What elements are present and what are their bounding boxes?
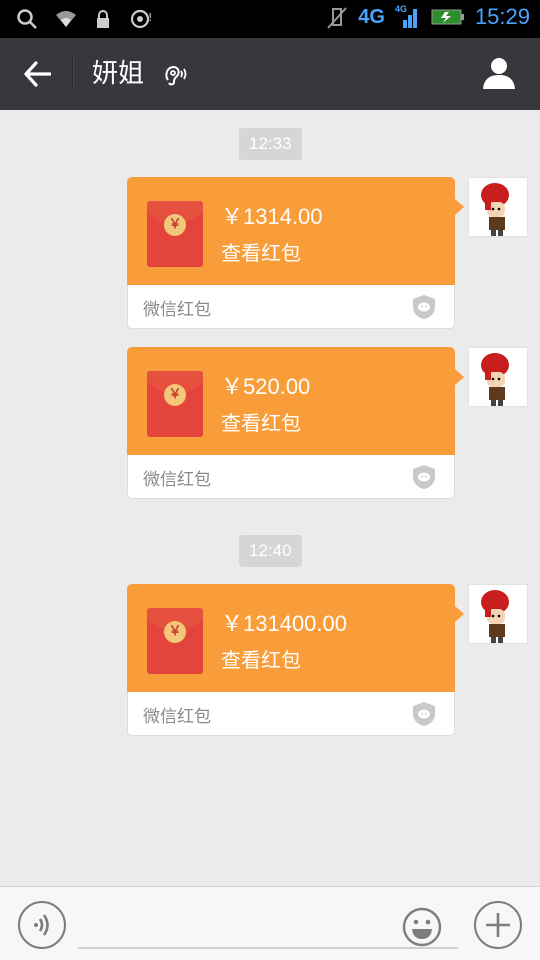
wifi-icon — [54, 8, 76, 30]
wechat-red-packet-label: 微信红包 — [143, 707, 211, 727]
network-type: 4G — [358, 5, 385, 28]
wechat-red-packet-label: 微信红包 — [143, 300, 211, 320]
wechat-shield-icon — [412, 464, 436, 490]
timestamp: 12:33 — [239, 128, 302, 160]
lock-icon — [92, 8, 114, 30]
voice-button[interactable] — [18, 901, 66, 949]
red-packet-amount: ￥1314.00 — [221, 204, 323, 229]
view-red-packet-label: 查看红包 — [221, 241, 301, 265]
red-packet-message[interactable]: ￥ ￥131400.00 查看红包 微信红包 — [127, 584, 464, 736]
coin-icon: ￥ — [164, 384, 186, 406]
vibrate-icon — [326, 6, 348, 29]
battery-icon — [431, 7, 465, 27]
status-bar: ! 4G 4G 15:29 — [0, 0, 540, 38]
message-input-bar — [0, 886, 540, 960]
message-input[interactable] — [78, 905, 458, 949]
red-packet-body[interactable]: ￥ ￥131400.00 查看红包 — [127, 584, 464, 692]
chat-title: 妍姐 — [92, 59, 145, 89]
red-envelope-icon: ￥ — [147, 201, 203, 267]
header-divider — [72, 56, 73, 92]
coin-icon: ￥ — [164, 621, 186, 643]
red-packet-amount: ￥520.00 — [221, 374, 311, 399]
search-icon — [16, 8, 38, 30]
red-packet-footer: 微信红包 — [127, 285, 455, 329]
back-arrow-icon — [24, 61, 51, 87]
wechat-shield-icon — [412, 701, 436, 727]
voice-icon — [34, 914, 49, 936]
more-button[interactable] — [474, 901, 522, 949]
profile-icon — [483, 58, 515, 89]
emoji-button[interactable] — [402, 907, 442, 947]
red-packet-body[interactable]: ￥ ￥520.00 查看红包 — [127, 347, 464, 455]
red-envelope-icon: ￥ — [147, 608, 203, 674]
earpiece-icon — [162, 62, 188, 88]
red-packet-body[interactable]: ￥ ￥1314.00 查看红包 — [127, 177, 464, 285]
view-red-packet-label: 查看红包 — [221, 648, 301, 672]
back-button[interactable] — [14, 52, 60, 96]
timestamp: 12:40 — [239, 535, 302, 567]
wechat-shield-icon — [412, 294, 436, 320]
coin-icon: ￥ — [164, 214, 186, 236]
red-envelope-icon: ￥ — [147, 371, 203, 437]
avatar[interactable] — [468, 347, 528, 407]
profile-button[interactable] — [480, 54, 518, 92]
red-packet-message[interactable]: ￥ ￥1314.00 查看红包 微信红包 — [127, 177, 464, 329]
red-packet-message[interactable]: ￥ ￥520.00 查看红包 微信红包 — [127, 347, 464, 499]
red-packet-footer: 微信红包 — [127, 455, 455, 499]
signal-icon: 4G — [395, 4, 421, 30]
view-red-packet-label: 查看红包 — [221, 411, 301, 435]
chat-header: 妍姐 — [0, 38, 540, 110]
wechat-red-packet-label: 微信红包 — [143, 470, 211, 490]
clock: 15:29 — [474, 4, 530, 29]
svg-text:!: ! — [148, 11, 152, 24]
avatar[interactable] — [468, 177, 528, 237]
notification-icon: ! — [130, 8, 152, 30]
plus-icon — [486, 913, 510, 937]
red-packet-footer: 微信红包 — [127, 692, 455, 736]
red-packet-amount: ￥131400.00 — [221, 611, 347, 636]
avatar[interactable] — [468, 584, 528, 644]
emoji-icon — [402, 907, 442, 947]
